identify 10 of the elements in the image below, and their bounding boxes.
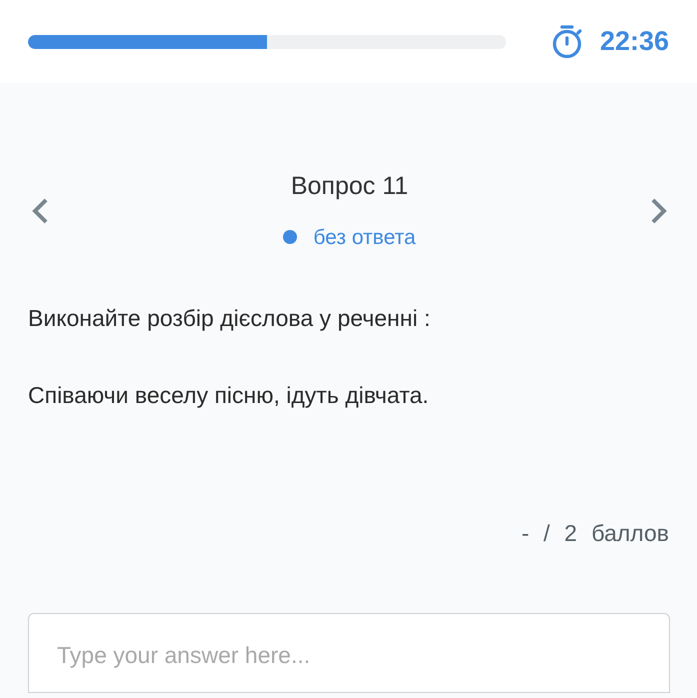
question-title: Вопрос 11 (290, 171, 410, 202)
chevron-left-icon (30, 196, 50, 224)
timer-text: 22:36 (600, 25, 669, 58)
stopwatch-icon (552, 24, 584, 58)
score-text: - / 2 баллов (520, 519, 670, 548)
question-prompt: Виконайте розбір дієслова у реченні : (27, 304, 432, 333)
status-text: без ответа (313, 224, 416, 250)
question-sentence: Співаючи веселу пісню, ідуть дівчата. (27, 380, 430, 410)
chevron-right-icon (649, 196, 669, 224)
answer-field[interactable]: Type your answer here... (28, 612, 670, 692)
